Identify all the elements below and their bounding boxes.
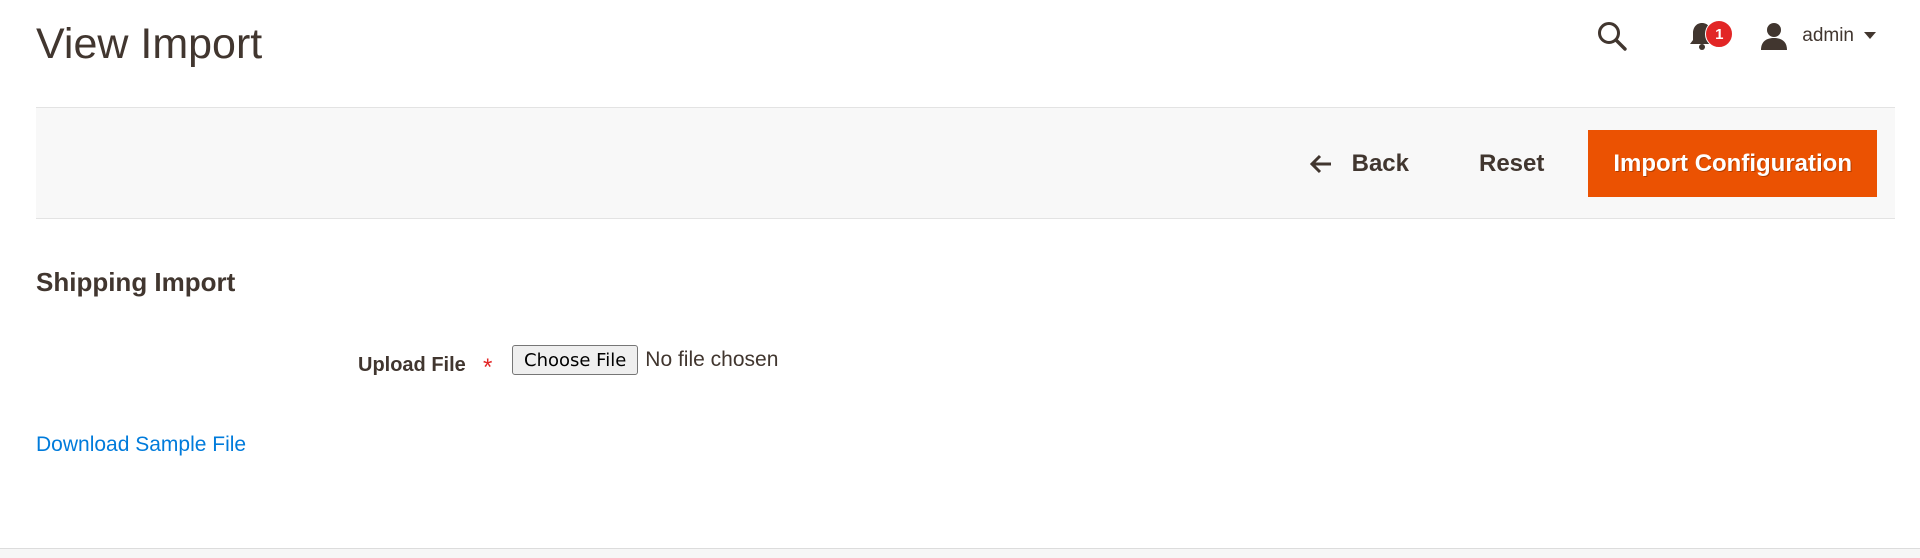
page: View Import 1 admin Back Reset Import Co… [0,0,1920,558]
choose-file-button[interactable]: Choose File [512,345,639,375]
upload-file-label: Upload File [358,354,466,376]
admin-user-menu[interactable]: admin [1758,20,1876,52]
notifications-button[interactable]: 1 [1682,16,1734,56]
back-button-label: Back [1351,149,1409,177]
upload-file-input[interactable]: Choose File No file chosen [512,345,778,375]
back-button[interactable]: Back [1309,149,1409,178]
caret-down-icon [1864,32,1876,39]
reset-button[interactable]: Reset [1479,150,1544,178]
arrow-left-icon [1309,152,1334,176]
user-name: admin [1802,25,1854,46]
global-search-button[interactable] [1592,16,1632,56]
toolbar-buttons: Back Reset Import Configuration [1309,130,1877,197]
footer-band [0,549,1920,558]
page-actions-toolbar: Back Reset Import Configuration [36,107,1895,219]
section-title: Shipping Import [36,267,236,297]
import-configuration-button[interactable]: Import Configuration [1588,130,1877,197]
header-actions: 1 admin [1592,16,1876,56]
user-icon [1758,20,1790,52]
file-status-text: No file chosen [645,348,779,371]
download-sample-file-link[interactable]: Download Sample File [36,433,246,457]
search-icon [1598,22,1627,51]
required-marker: * [483,354,493,381]
notification-count-badge: 1 [1705,20,1734,48]
page-title: View Import [36,20,263,68]
